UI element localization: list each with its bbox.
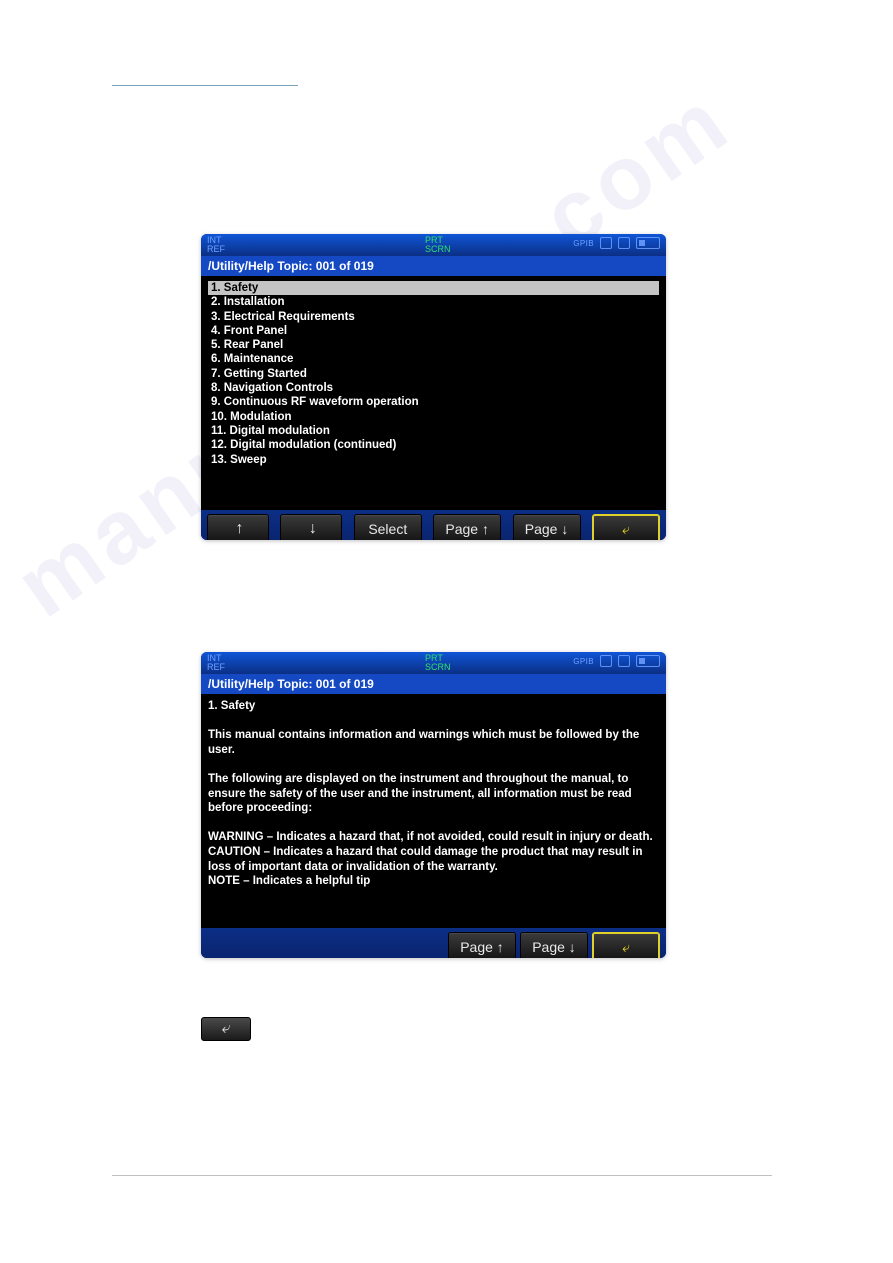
page-down-button[interactable]: Page ↓ — [513, 514, 581, 540]
help-topic-detail-screen: INT REF PRT SCRN GPIB /Utility/Help Topi… — [201, 652, 666, 958]
list-item[interactable]: 5. Rear Panel — [208, 338, 659, 352]
list-item[interactable]: 10. Modulation — [208, 410, 659, 424]
footer-rule — [112, 1175, 772, 1176]
lan-icon — [618, 655, 630, 667]
status-bar: INT REF PRT SCRN GPIB — [201, 234, 666, 256]
lan-icon — [618, 237, 630, 249]
gpib-icon: GPIB — [573, 657, 594, 666]
status-center: PRT SCRN — [425, 654, 451, 672]
list-item[interactable]: 13. Sweep — [208, 453, 659, 467]
path-bar: /Utility/Help Topic: 001 of 019 — [201, 674, 666, 694]
battery-icon — [636, 237, 660, 249]
list-item[interactable]: 3. Electrical Requirements — [208, 310, 659, 324]
list-item[interactable]: 7. Getting Started — [208, 367, 659, 381]
status-left: INT REF — [207, 236, 225, 254]
status-ref: REF — [207, 663, 225, 672]
softkey-row: Page ↑ Page ↓ ⤶ — [201, 928, 666, 958]
gpib-icon: GPIB — [573, 239, 594, 248]
list-item[interactable]: 4. Front Panel — [208, 324, 659, 338]
status-ref: REF — [207, 245, 225, 254]
topic-detail-area: 1. Safety This manual contains informati… — [201, 694, 666, 928]
list-item[interactable]: 9. Continuous RF waveform operation — [208, 395, 659, 409]
status-scrn: SCRN — [425, 663, 451, 672]
mini-back-button[interactable]: ⤶ — [201, 1017, 251, 1041]
status-center: PRT SCRN — [425, 236, 451, 254]
usb-icon — [600, 655, 612, 667]
list-item[interactable]: 11. Digital modulation — [208, 424, 659, 438]
back-button[interactable]: ⤶ — [592, 514, 660, 540]
status-bar: INT REF PRT SCRN GPIB — [201, 652, 666, 674]
page-up-button[interactable]: Page ↑ — [433, 514, 501, 540]
list-item[interactable]: 8. Navigation Controls — [208, 381, 659, 395]
status-right-icons: GPIB — [573, 655, 660, 667]
list-item[interactable]: 12. Digital modulation (continued) — [208, 438, 659, 452]
down-button[interactable]: ↓ — [280, 514, 342, 540]
topic-list-area: 1. Safety2. Installation3. Electrical Re… — [201, 276, 666, 510]
back-button[interactable]: ⤶ — [592, 932, 660, 958]
arrow-up-icon: ↑ — [233, 520, 244, 538]
page-down-button[interactable]: Page ↓ — [520, 932, 588, 958]
page-up-button[interactable]: Page ↑ — [448, 932, 516, 958]
list-item[interactable]: 6. Maintenance — [208, 352, 659, 366]
back-arrow-icon: ⤶ — [222, 1020, 231, 1038]
path-text: /Utility/Help Topic: 001 of 019 — [208, 677, 374, 691]
path-text: /Utility/Help Topic: 001 of 019 — [208, 259, 374, 273]
list-item[interactable]: 1. Safety — [208, 281, 659, 295]
list-item[interactable]: 2. Installation — [208, 295, 659, 309]
status-scrn: SCRN — [425, 245, 451, 254]
topic-detail-text: 1. Safety This manual contains informati… — [208, 699, 659, 889]
battery-icon — [636, 655, 660, 667]
softkey-row: ↑ ↓ Select Page ↑ Page ↓ ⤶ — [201, 510, 666, 540]
up-button[interactable]: ↑ — [207, 514, 269, 540]
header-rule — [112, 85, 298, 86]
arrow-down-icon: ↓ — [306, 520, 317, 538]
usb-icon — [600, 237, 612, 249]
help-topic-list-screen: INT REF PRT SCRN GPIB /Utility/Help Topi… — [201, 234, 666, 540]
back-arrow-icon: ⤶ — [622, 939, 630, 956]
topic-list[interactable]: 1. Safety2. Installation3. Electrical Re… — [208, 281, 659, 467]
back-arrow-icon: ⤶ — [622, 521, 630, 538]
select-button[interactable]: Select — [354, 514, 422, 540]
status-left: INT REF — [207, 654, 225, 672]
path-bar: /Utility/Help Topic: 001 of 019 — [201, 256, 666, 276]
status-right-icons: GPIB — [573, 237, 660, 249]
